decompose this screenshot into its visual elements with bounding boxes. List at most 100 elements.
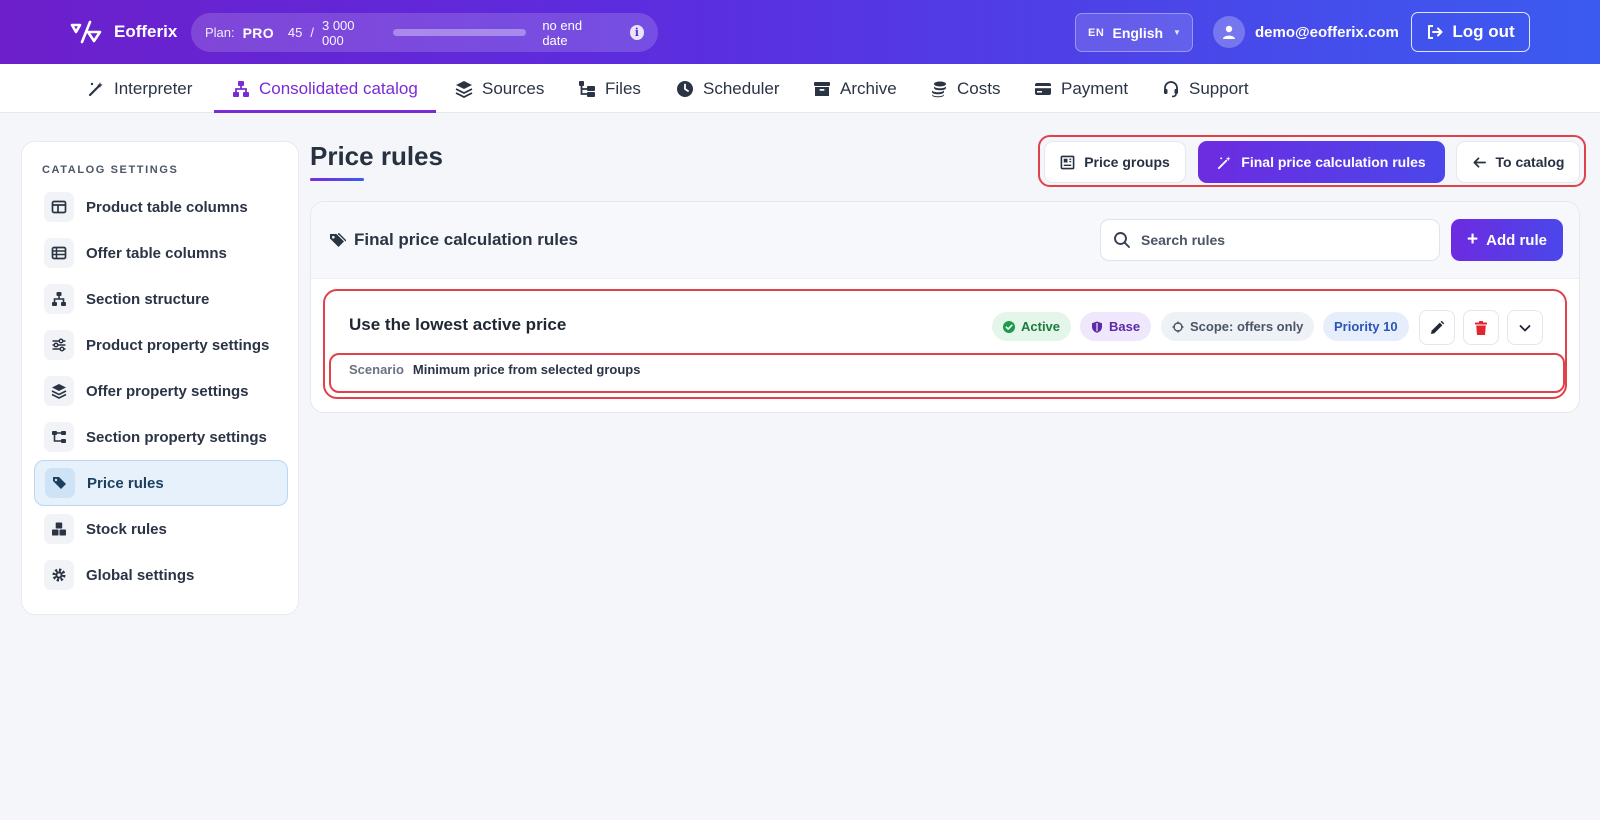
trash-icon [1475,320,1487,335]
page-title: Price rules [310,141,443,171]
nav-item-files[interactable]: Files [578,64,641,113]
sidebar-item-price-rules[interactable]: Price rules [34,460,288,506]
nav-label: Costs [957,78,1001,98]
rule-name: Use the lowest active price [349,315,567,334]
rules-panel-header: Final price calculation rules + Add rule [311,202,1579,279]
sitemap-icon [44,284,74,314]
avatar [1213,16,1245,48]
expand-rule-button[interactable] [1507,310,1543,345]
logout-icon [1428,25,1443,39]
logo-icon [70,20,102,44]
scope-badge-label: Scope: offers only [1190,319,1304,334]
sitemap-icon [233,80,249,97]
search-box[interactable] [1100,219,1440,261]
headset-icon [1164,80,1178,97]
plan-usage-progress [393,29,527,36]
caret-down-icon: ▼ [1173,28,1181,37]
scenario-value: Minimum price from selected groups [412,362,641,377]
scenario-label: Scenario [349,362,404,377]
nav-item-payment[interactable]: Payment [1034,64,1128,113]
user-menu[interactable]: demo@eofferix.com [1213,16,1399,48]
plan-name: PRO [242,24,274,41]
sidebar-item-section-structure[interactable]: Section structure [34,276,288,322]
diagram-icon [44,422,74,452]
pencil-icon [1431,320,1445,334]
brand-logo[interactable]: Eofferix [70,18,177,46]
language-selector[interactable]: EN English ▼ [1075,13,1193,52]
top-bar: Eofferix Plan: PRO 45 / 3 000 000 no end… [0,0,1600,64]
sidebar-item-label: Section structure [86,290,210,308]
brand-name: Eofferix [114,22,178,41]
add-rule-label: Add rule [1486,231,1547,249]
priority-badge: Priority 10 [1323,312,1409,341]
tab-final-price-calculation-rules[interactable]: Final price calculation rules [1198,141,1445,183]
user-icon [1223,25,1235,39]
main-nav: Interpreter Consolidated catalog Sources… [0,64,1600,113]
layers-icon [455,80,473,98]
sidebar-item-offer-property-settings[interactable]: Offer property settings [34,368,288,414]
nav-label: Support [1189,78,1249,98]
info-icon[interactable]: i [629,25,644,40]
nav-item-consolidated-catalog[interactable]: Consolidated catalog [214,64,436,113]
logout-label: Log out [1452,22,1515,41]
coins-icon [932,81,946,97]
magic-wand-icon [1218,155,1231,169]
sidebar-item-label: Stock rules [86,520,167,538]
language-name: English [1112,24,1164,41]
shield-icon [1092,321,1102,333]
sidebar-item-global-settings[interactable]: Global settings [34,552,288,598]
logout-button[interactable]: Log out [1411,12,1530,52]
search-input[interactable] [1141,232,1421,248]
gear-icon [44,560,74,590]
settings-sidebar: CATALOG SETTINGS Product table columns O… [21,141,299,615]
nav-label: Interpreter [114,78,193,98]
sidebar-item-label: Section property settings [86,428,267,446]
edit-rule-button[interactable] [1419,310,1455,345]
tab-label: Final price calculation rules [1241,154,1426,170]
nav-item-interpreter[interactable]: Interpreter [87,64,192,113]
type-badge-label: Base [1109,319,1141,334]
nav-label: Sources [482,78,545,98]
magic-wand-icon [88,81,103,96]
nav-item-support[interactable]: Support [1162,64,1249,113]
to-catalog-button[interactable]: To catalog [1456,141,1580,183]
sidebar-item-section-property-settings[interactable]: Section property settings [34,414,288,460]
crosshair-icon [1172,321,1184,332]
status-badge: Active [992,312,1072,341]
rule-card[interactable]: Use the lowest active price Active Base … [329,297,1565,393]
boxes-icon [44,514,74,544]
tab-price-groups[interactable]: Price groups [1044,141,1186,183]
plus-icon: + [1467,228,1479,250]
chevron-down-icon [1519,324,1531,331]
add-rule-button[interactable]: + Add rule [1451,219,1563,261]
sliders-icon [44,330,74,360]
nav-label: Scheduler [703,78,780,98]
title-underline [310,178,364,181]
nav-item-sources[interactable]: Sources [455,64,544,113]
credit-card-icon [1035,82,1051,95]
delete-rule-button[interactable] [1463,310,1499,345]
archive-icon [814,81,830,96]
language-code: EN [1088,26,1105,39]
sidebar-item-stock-rules[interactable]: Stock rules [34,506,288,552]
plan-usage-separator: / [310,25,314,40]
sidebar-title: CATALOG SETTINGS [42,164,179,176]
rule-scenario: Scenario Minimum price from selected gro… [349,362,640,377]
status-badge-label: Active [1021,319,1061,334]
nav-item-scheduler[interactable]: Scheduler [676,64,780,113]
layers-icon [44,376,74,406]
sidebar-item-offer-table-columns[interactable]: Offer table columns [34,230,288,276]
user-email: demo@eofferix.com [1255,23,1399,41]
plan-label: Plan: [205,25,235,40]
sidebar-item-product-table-columns[interactable]: Product table columns [34,184,288,230]
nav-label: Consolidated catalog [259,78,418,98]
arrow-left-icon [1473,156,1486,168]
sidebar-item-product-property-settings[interactable]: Product property settings [34,322,288,368]
nav-item-archive[interactable]: Archive [813,64,897,113]
sidebar-item-label: Price rules [87,474,164,492]
tags-icon [45,468,75,498]
sidebar-item-label: Global settings [86,566,195,584]
plan-indicator: Plan: PRO 45 / 3 000 000 no end date i [191,13,658,52]
nav-item-costs[interactable]: Costs [930,64,1000,113]
plan-expiry: no end date [542,17,583,48]
